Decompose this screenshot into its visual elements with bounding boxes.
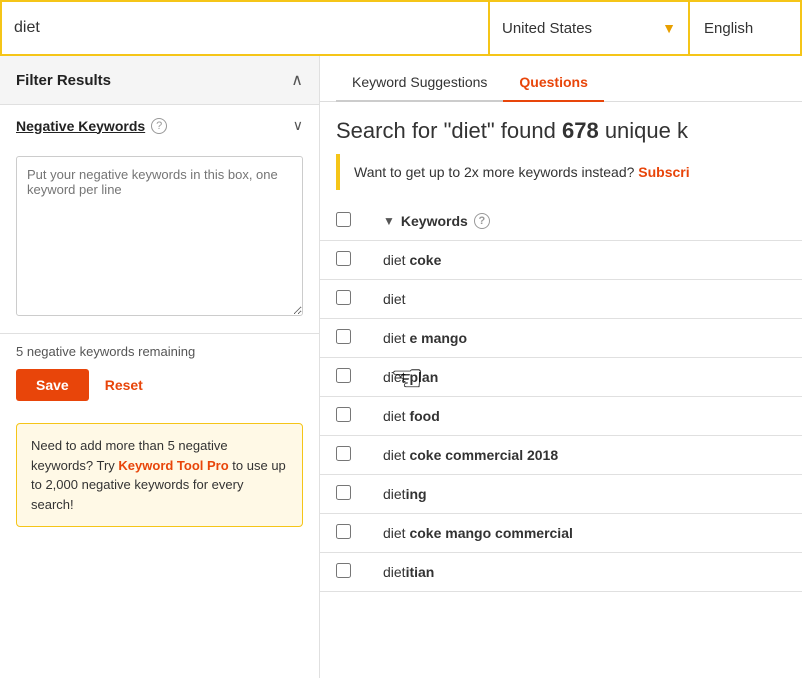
row-checkbox[interactable]	[336, 290, 351, 305]
keywords-table: ▼ Keywords ? diet cokediet diet e mangod…	[320, 202, 802, 592]
negative-keywords-textarea[interactable]	[16, 156, 303, 316]
keyword-cell: dietitian	[367, 553, 802, 592]
action-buttons: Save Reset	[0, 369, 319, 415]
save-button[interactable]: Save	[16, 369, 89, 401]
results-suffix: unique k	[599, 118, 688, 143]
keyword-cell: diet coke	[367, 241, 802, 280]
row-checkbox[interactable]	[336, 563, 351, 578]
filter-results-title: Filter Results	[16, 72, 111, 89]
row-checkbox[interactable]	[336, 485, 351, 500]
search-wrapper	[2, 2, 490, 54]
main-content: Filter Results ∧ Negative Keywords ? ∨ 5…	[0, 56, 802, 678]
row-checkbox-cell	[320, 241, 367, 280]
results-prefix: Search for "diet" found	[336, 118, 562, 143]
row-checkbox-cell	[320, 553, 367, 592]
right-panel: Keyword Suggestions Questions Search for…	[320, 56, 802, 678]
table-row: diet	[320, 280, 802, 319]
keywords-help-icon[interactable]: ?	[474, 213, 490, 229]
results-count: 678	[562, 118, 599, 143]
row-checkbox-cell	[320, 514, 367, 553]
language-label: English	[704, 20, 753, 37]
negative-keywords-help-icon[interactable]: ?	[151, 118, 167, 134]
row-checkbox-cell	[320, 436, 367, 475]
keyword-cell: dieting	[367, 475, 802, 514]
table-row: diet food	[320, 397, 802, 436]
keyword-cell: diet food	[367, 397, 802, 436]
promo-box: Need to add more than 5 negative keyword…	[16, 423, 303, 527]
language-wrapper: English	[690, 2, 800, 54]
row-checkbox[interactable]	[336, 329, 351, 344]
table-row: dietitian	[320, 553, 802, 592]
tab-questions[interactable]: Questions	[503, 64, 603, 102]
results-heading: Search for "diet" found 678 unique k	[320, 102, 802, 154]
row-checkbox-cell	[320, 280, 367, 319]
search-input[interactable]	[14, 19, 476, 37]
table-row: diet e mango	[320, 319, 802, 358]
table-row: dieting	[320, 475, 802, 514]
left-panel: Filter Results ∧ Negative Keywords ? ∨ 5…	[0, 56, 320, 678]
keyword-cell: diet plan	[367, 358, 802, 397]
tab-keyword-suggestions[interactable]: Keyword Suggestions	[336, 64, 503, 102]
country-select[interactable]: United States ▼	[490, 2, 690, 54]
collapse-icon[interactable]: ∧	[291, 70, 303, 90]
reset-button[interactable]: Reset	[105, 377, 143, 393]
keyword-cell: diet coke mango commercial	[367, 514, 802, 553]
remaining-text: 5 negative keywords remaining	[16, 344, 303, 359]
dropdown-arrow-icon: ▼	[662, 20, 676, 36]
negative-keywords-title: Negative Keywords	[16, 118, 145, 134]
negative-keywords-section: Negative Keywords ? ∨	[0, 105, 319, 334]
country-label: United States	[502, 20, 654, 37]
top-bar: United States ▼ English	[0, 0, 802, 56]
keyword-cell: diet e mango	[367, 319, 802, 358]
table-header-keywords: ▼ Keywords ?	[367, 202, 802, 241]
row-checkbox[interactable]	[336, 368, 351, 383]
keywords-col-label: Keywords	[401, 213, 468, 229]
keyword-cell: diet coke commercial 2018	[367, 436, 802, 475]
table-row: diet coke mango commercial	[320, 514, 802, 553]
table-header-checkbox	[320, 202, 367, 241]
filter-results-header: Filter Results ∧	[0, 56, 319, 105]
tabs-bar: Keyword Suggestions Questions	[320, 56, 802, 102]
row-checkbox-cell	[320, 358, 367, 397]
negative-keywords-collapse-icon[interactable]: ∨	[293, 117, 303, 134]
row-checkbox-cell	[320, 475, 367, 514]
negative-keywords-title-group: Negative Keywords ?	[16, 118, 167, 134]
table-header-row: ▼ Keywords ?	[320, 202, 802, 241]
row-checkbox[interactable]	[336, 524, 351, 539]
negative-keywords-header[interactable]: Negative Keywords ? ∨	[0, 105, 319, 146]
subscribe-link[interactable]: Subscri	[638, 164, 689, 180]
keyword-cell: diet	[367, 280, 802, 319]
table-row: diet coke commercial 2018	[320, 436, 802, 475]
row-checkbox[interactable]	[336, 251, 351, 266]
table-row: diet plan	[320, 358, 802, 397]
row-checkbox[interactable]	[336, 407, 351, 422]
sort-down-icon[interactable]: ▼	[383, 214, 395, 228]
negative-keywords-body	[0, 146, 319, 333]
row-checkbox-cell	[320, 397, 367, 436]
promo-link[interactable]: Keyword Tool Pro	[118, 458, 228, 473]
table-row: diet coke	[320, 241, 802, 280]
select-all-checkbox[interactable]	[336, 212, 351, 227]
row-checkbox[interactable]	[336, 446, 351, 461]
row-checkbox-cell	[320, 319, 367, 358]
subscribe-banner: Want to get up to 2x more keywords inste…	[336, 154, 786, 190]
subscribe-text: Want to get up to 2x more keywords inste…	[354, 164, 638, 180]
